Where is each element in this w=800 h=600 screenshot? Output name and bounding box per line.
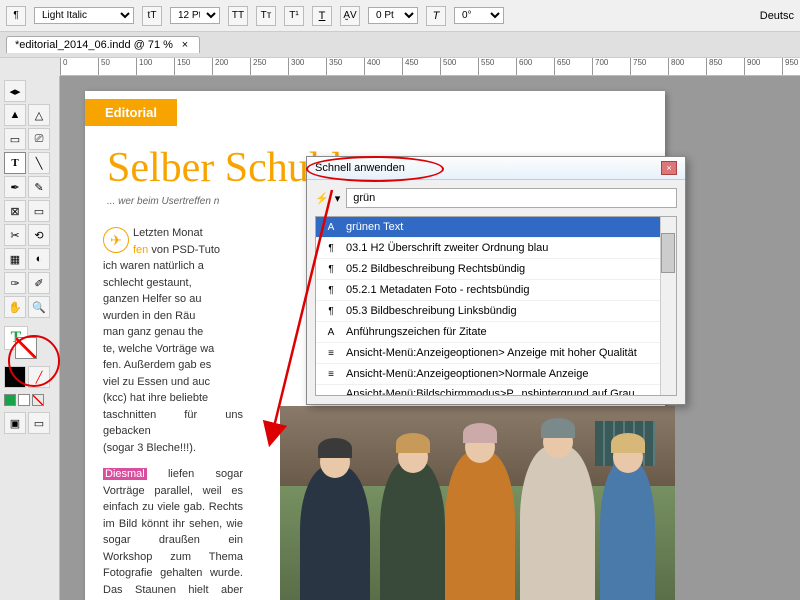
highlighted-word[interactable]: Diesmal (103, 468, 147, 480)
body-text-1: ich waren natürlich a schlecht gestaunt,… (103, 258, 243, 456)
style-type-icon: ¶ (324, 304, 338, 318)
quick-apply-item[interactable]: Agrünen Text (316, 217, 676, 238)
hand-tool[interactable]: ✋ (4, 296, 26, 318)
pen-tool[interactable]: ✒ (4, 176, 26, 198)
control-bar: ¶ Light Italic tT 12 Pt TT Tᴛ T¹ T A͍V 0… (0, 0, 800, 32)
type-tool[interactable]: T (4, 152, 26, 174)
apply-color[interactable] (4, 366, 26, 388)
style-type-icon: ¶ (324, 262, 338, 276)
eyedropper-tool[interactable]: ✐ (28, 272, 50, 294)
quick-apply-item[interactable]: A Anführungszeichen für Zitate (316, 322, 676, 343)
selection-tool[interactable]: ▲ (4, 104, 26, 126)
quick-apply-item[interactable]: ¶ 05.2.1 Metadaten Foto - rechtsbündig (316, 280, 676, 301)
item-label: Ansicht-Menü:Bildschirmmodus>P...nshinte… (346, 388, 668, 396)
chevron-down-icon[interactable]: ▾ (335, 192, 341, 205)
style-type-icon: ≡ (324, 367, 338, 381)
quick-apply-dialog: Schnell anwenden × ⚡ ▾ Agrünen Text ¶ 03.1… (306, 156, 686, 405)
item-label: 05.3 Bildbeschreibung Linksbündig (346, 305, 517, 317)
kerning-select[interactable]: 0 Pt (368, 7, 418, 24)
close-icon[interactable]: × (661, 161, 677, 175)
rectangle-tool[interactable]: ▭ (28, 200, 50, 222)
apply-none[interactable]: ╱ (28, 366, 50, 388)
rectangle-frame-tool[interactable]: ⊠ (4, 200, 26, 222)
photo-frame (280, 406, 675, 600)
note-tool[interactable]: ✑ (4, 272, 26, 294)
item-label: 05.2 Bildbeschreibung Rechtsbündig (346, 263, 525, 275)
view-normal[interactable]: ▣ (4, 412, 26, 434)
swatch-green[interactable] (4, 394, 16, 406)
quick-apply-search-input[interactable] (346, 188, 677, 208)
style-type-icon: ¶ (324, 241, 338, 255)
style-type-icon: ≡ (324, 346, 338, 360)
line-tool[interactable]: ╲ (28, 152, 50, 174)
language-label: Deutsc (760, 10, 794, 22)
superscript-icon[interactable]: T¹ (284, 6, 304, 26)
item-label: Ansicht-Menü:Anzeigeoptionen>Normale Anz… (346, 368, 588, 380)
link-text: fen (133, 244, 148, 256)
direct-selection-tool[interactable]: △ (28, 104, 50, 126)
src-text: von PSD-Tuto (148, 244, 220, 256)
pencil-tool[interactable]: ✎ (28, 176, 50, 198)
quick-apply-item[interactable]: ≡ Ansicht-Menü:Bildschirmmodus>P...nshint… (316, 385, 676, 396)
item-label: 05.2.1 Metadaten Foto - rechtsbündig (346, 284, 529, 296)
font-size-select[interactable]: 12 Pt (170, 7, 220, 24)
allcaps-icon[interactable]: TT (228, 6, 248, 26)
style-type-icon: A (324, 325, 338, 339)
quick-apply-item[interactable]: ¶ 05.3 Bildbeschreibung Linksbündig (316, 301, 676, 322)
view-preview[interactable]: ▭ (28, 412, 50, 434)
style-type-icon: ≡ (324, 393, 338, 396)
tools-panel: ◂▸ ▲ △ ▭ ⎚ T ╲ ✒ ✎ ⊠ ▭ ✂ ⟲ ▦ ◐ ✑ (0, 76, 60, 600)
horizontal-ruler: 0501001502002503003504004505005506006507… (60, 58, 800, 76)
item-label: grünen Text (346, 221, 403, 233)
rotation-select[interactable]: 0° (454, 7, 504, 24)
scissors-tool[interactable]: ✂ (4, 224, 26, 246)
dropcap-icon: ✈ (103, 227, 129, 253)
dialog-titlebar[interactable]: Schnell anwenden × (307, 157, 685, 180)
scrollbar[interactable] (660, 217, 676, 395)
lead-text: Letzten Monat (133, 227, 203, 239)
quick-apply-item[interactable]: ¶ 03.1 H2 Überschrift zweiter Ordnung bla… (316, 238, 676, 259)
gradient-feather-tool[interactable]: ◐ (28, 248, 50, 270)
tab-label: *editorial_2014_06.indd @ 71 % (15, 39, 173, 51)
quick-apply-item[interactable]: ≡ Ansicht-Menü:Anzeigeoptionen>Normale An… (316, 364, 676, 385)
style-type-icon: A (324, 220, 338, 234)
underline-icon[interactable]: T (312, 6, 332, 26)
swatch-none[interactable] (32, 394, 44, 406)
skew-icon: T (426, 6, 446, 26)
tab-editorial[interactable]: *editorial_2014_06.indd @ 71 % × (6, 36, 200, 53)
font-variant-select[interactable]: Light Italic (34, 7, 134, 24)
quick-apply-results: Agrünen Text ¶ 03.1 H2 Überschrift zweiter… (315, 216, 677, 396)
lightning-icon[interactable]: ⚡ (315, 192, 329, 205)
body-text-2: liefen sogar Vorträge parallel, weil es … (103, 468, 243, 600)
dialog-title: Schnell anwenden (315, 162, 405, 174)
size-icon: tT (142, 6, 162, 26)
zoom-tool[interactable]: 🔍 (28, 296, 50, 318)
smallcaps-icon[interactable]: Tᴛ (256, 6, 276, 26)
close-icon[interactable]: × (179, 39, 191, 51)
kerning-icon: A͍V (340, 6, 360, 26)
column-1: ✈ Letzten Monat fen von PSD-Tuto ich war… (103, 225, 243, 600)
gap-tool[interactable]: ⎚ (28, 128, 50, 150)
swatch-white[interactable] (18, 394, 30, 406)
para-style-icon[interactable]: ¶ (6, 6, 26, 26)
style-type-icon: ¶ (324, 283, 338, 297)
section-tab: Editorial (85, 99, 177, 126)
quick-apply-item[interactable]: ≡ Ansicht-Menü:Anzeigeoptionen> Anzeige m… (316, 343, 676, 364)
document-tabs: *editorial_2014_06.indd @ 71 % × (0, 32, 800, 58)
handle-icon[interactable]: ◂▸ (4, 80, 26, 102)
fill-swatch[interactable]: T (4, 326, 28, 350)
item-label: 03.1 H2 Überschrift zweiter Ordnung blau (346, 242, 548, 254)
gradient-swatch-tool[interactable]: ▦ (4, 248, 26, 270)
quick-apply-item[interactable]: ¶ 05.2 Bildbeschreibung Rechtsbündig (316, 259, 676, 280)
item-label: Anführungszeichen für Zitate (346, 326, 487, 338)
transform-tool[interactable]: ⟲ (28, 224, 50, 246)
item-label: Ansicht-Menü:Anzeigeoptionen> Anzeige mi… (346, 347, 637, 359)
page-tool[interactable]: ▭ (4, 128, 26, 150)
